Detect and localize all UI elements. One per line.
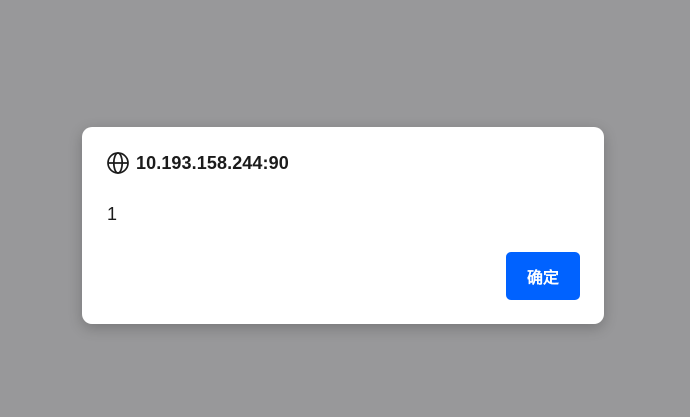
dialog-header: 10.193.158.244:90 <box>106 150 289 176</box>
ok-button[interactable]: 确定 <box>506 252 580 300</box>
alert-dialog: 10.193.158.244:90 1 确定 <box>82 127 604 324</box>
dialog-message: 1 <box>107 204 118 224</box>
dialog-origin: 10.193.158.244:90 <box>136 152 289 173</box>
globe-icon <box>106 151 130 175</box>
